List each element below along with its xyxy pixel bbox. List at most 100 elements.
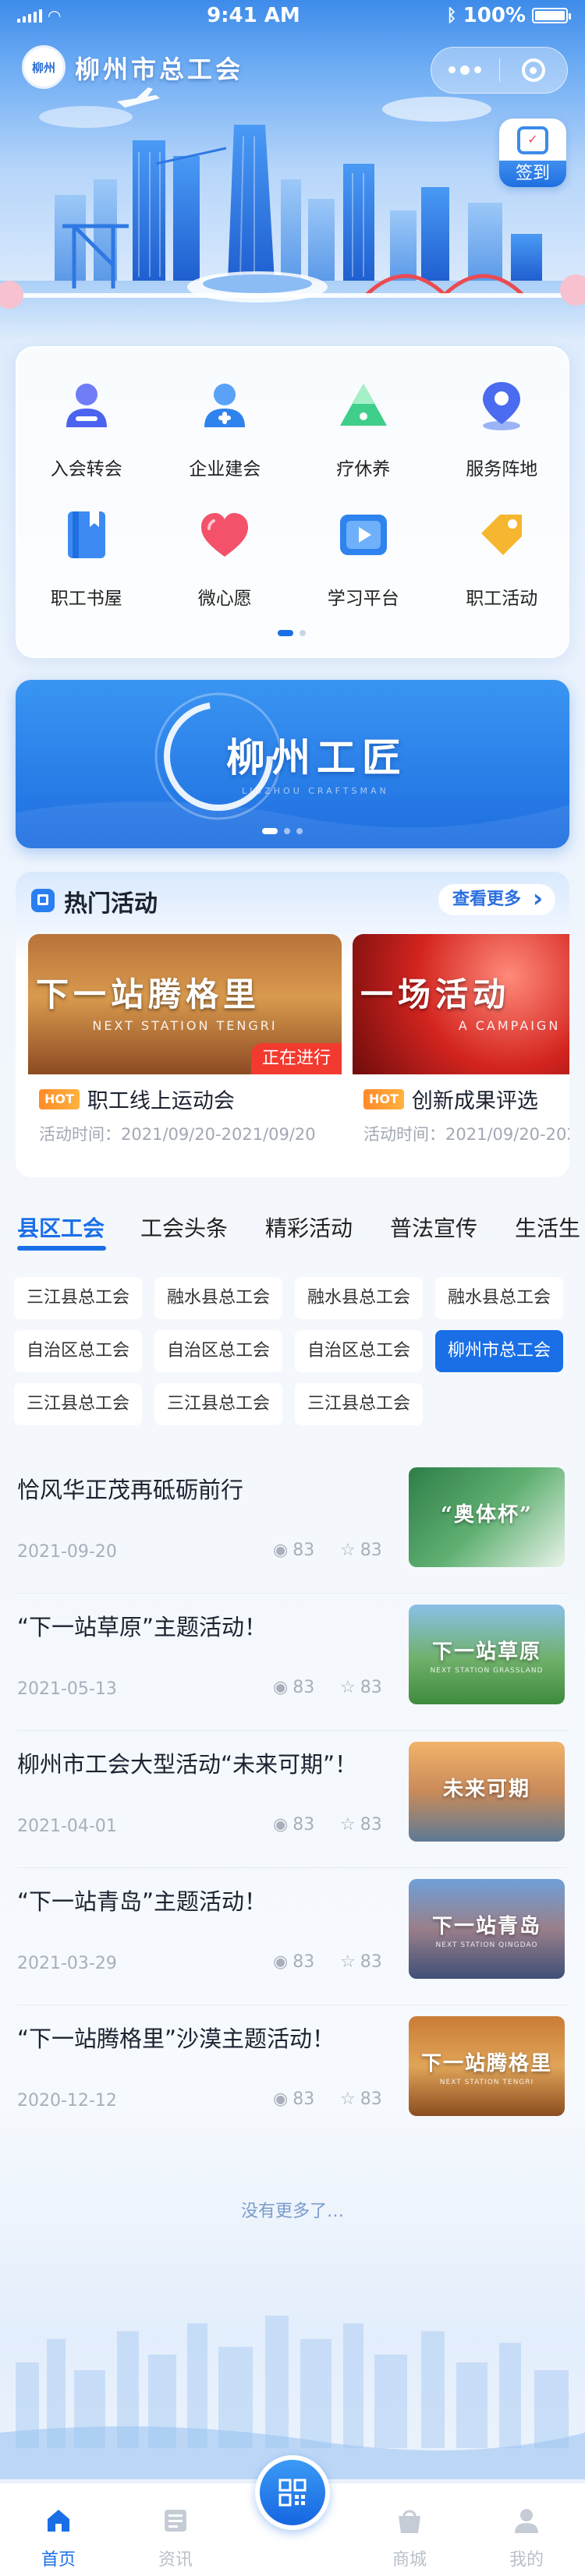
- view-count: ◉ 83: [273, 1541, 314, 1560]
- tabbar-label: 商城: [392, 2550, 427, 2570]
- view-count-value: 83: [292, 1541, 315, 1560]
- activity-card[interactable]: 下一站腾格里 NEXT STATION TENGRI 正在进行 HOT 职工线上…: [28, 934, 342, 1155]
- view-count: ◉ 83: [273, 1678, 314, 1697]
- top-bar: 柳州 柳州市总工会: [0, 41, 585, 94]
- like-count: ☆ 83: [340, 1815, 382, 1835]
- page-dot: [300, 630, 306, 636]
- eye-icon: ◉: [273, 1541, 289, 1560]
- menu-item-join-union[interactable]: 入会转会: [17, 377, 156, 480]
- battery-icon: [531, 8, 571, 23]
- union-chip[interactable]: 三江县总工会: [14, 1277, 142, 1319]
- news-date: 2020-12-12: [17, 2091, 117, 2111]
- news-item[interactable]: 柳州市工会大型活动“未来可期”！ 2021-04-01 ◉ 83 ☆ 83 未来可期: [17, 1731, 568, 1868]
- news-item[interactable]: “下一站草原”主题活动！ 2021-05-13 ◉ 83 ☆ 83 下一站草原 NE…: [17, 1594, 568, 1731]
- tabbar-mall[interactable]: 商城: [363, 2505, 456, 2571]
- quick-menu-card: 入会转会 企业建会 疗休养 服务阵地 职工书屋 微心愿 学习平台 职工活动: [16, 346, 569, 658]
- activity-carousel: 下一站腾格里 NEXT STATION TENGRI 正在进行 HOT 职工线上…: [28, 934, 569, 1155]
- hot-activities-header: 热门活动 查看更多: [16, 872, 569, 928]
- tabbar-news[interactable]: 资讯: [129, 2505, 222, 2571]
- union-chip[interactable]: 三江县总工会: [295, 1383, 423, 1425]
- page-dot-active: [278, 630, 293, 636]
- tab-events[interactable]: 精彩活动: [265, 1212, 353, 1243]
- no-more-text: 没有更多了…: [240, 2202, 344, 2221]
- banner-title: 柳州工匠: [226, 734, 407, 780]
- active-tab-indicator: [17, 1246, 106, 1251]
- star-icon: ☆: [340, 1678, 356, 1697]
- activity-image-title: 一场活动: [360, 975, 511, 1014]
- union-chip[interactable]: 自治区总工会: [295, 1330, 423, 1372]
- tab-union-headlines[interactable]: 工会头条: [140, 1212, 228, 1243]
- union-chip[interactable]: 融水县总工会: [154, 1277, 282, 1319]
- menu-page-indicator: [278, 630, 306, 636]
- star-icon: ☆: [340, 1541, 356, 1560]
- like-count: ☆ 83: [340, 2089, 382, 2109]
- union-chip[interactable]: 融水县总工会: [295, 1277, 423, 1319]
- news-title: “下一站青岛”主题活动！: [17, 1888, 268, 1915]
- tabbar-profile[interactable]: 我的: [480, 2505, 573, 2571]
- status-time: 9:41 AM: [207, 4, 300, 27]
- see-more-button[interactable]: 查看更多: [438, 883, 555, 915]
- thumbnail-subtitle: NEXT STATION TENGRI: [439, 2079, 534, 2086]
- news-thumbnail: 未来可期: [409, 1742, 565, 1842]
- calendar-check-icon: [517, 126, 548, 154]
- menu-item-found-union[interactable]: 企业建会: [156, 377, 295, 480]
- hot-tag: HOT: [39, 1088, 80, 1109]
- news-item[interactable]: 恰风华正茂再砥砺前行 2021-09-20 ◉ 83 ☆ 83 “奥体杯”: [17, 1456, 568, 1594]
- status-right: ᛒ 100%: [446, 4, 571, 27]
- union-filter-chips: 三江县总工会 融水县总工会 融水县总工会 融水县总工会 自治区总工会 自治区总工…: [14, 1277, 576, 1425]
- more-options-button[interactable]: [431, 65, 499, 75]
- activity-card[interactable]: 一场活动 A CAMPAIGN HOT 创新成果评选 活动时间：2021/09/…: [353, 934, 569, 1155]
- star-icon: ☆: [340, 2089, 356, 2109]
- union-chip[interactable]: 自治区总工会: [154, 1330, 282, 1372]
- location-pin-icon: [483, 382, 521, 430]
- menu-item-micro-wish[interactable]: 微心愿: [156, 507, 295, 610]
- star-icon: ☆: [340, 1952, 356, 1972]
- news-item[interactable]: “下一站青岛”主题活动！ 2021-03-29 ◉ 83 ☆ 83 下一站青岛 NE…: [17, 1868, 568, 2005]
- menu-item-worker-activity[interactable]: 职工活动: [433, 507, 572, 610]
- activity-icon: [31, 889, 55, 912]
- signal-icon: [17, 9, 42, 23]
- menu-item-learning-platform[interactable]: 学习平台: [294, 507, 433, 610]
- news-date: 2021-05-13: [17, 1679, 117, 1699]
- union-chip[interactable]: 自治区总工会: [14, 1330, 142, 1372]
- mini-program-capsule: [431, 47, 568, 94]
- mountain-icon: [339, 384, 387, 426]
- tab-legal-publicity[interactable]: 普法宣传: [390, 1212, 477, 1243]
- menu-item-workers-library[interactable]: 职工书屋: [17, 507, 156, 610]
- tag-icon: [481, 515, 523, 555]
- tab-county-union[interactable]: 县区工会: [17, 1212, 105, 1243]
- union-chip[interactable]: 融水县总工会: [435, 1277, 563, 1319]
- battery-fill: [534, 11, 565, 20]
- page: ◠ 9:41 AM ᛒ 100% 柳州 柳州市总工会 签到: [0, 0, 585, 2576]
- news-date: 2021-03-29: [17, 1954, 117, 1973]
- signin-button[interactable]: 签到: [499, 119, 566, 187]
- activity-image: 下一站腾格里 NEXT STATION TENGRI 正在进行: [28, 934, 342, 1074]
- craftsman-banner[interactable]: 柳州工匠 LIUZHOU CRAFTSMAN: [16, 680, 569, 848]
- close-button[interactable]: [500, 58, 568, 82]
- news-item[interactable]: “下一站腾格里”沙漠主题活动！ 2020-12-12 ◉ 83 ☆ 83 下一站腾格…: [17, 2005, 568, 2143]
- like-count: ☆ 83: [340, 1952, 382, 1972]
- tab-life[interactable]: 生活生: [515, 1212, 580, 1243]
- activity-image-subtitle: A CAMPAIGN: [458, 1018, 561, 1033]
- eye-icon: ◉: [273, 1678, 289, 1697]
- menu-label: 疗休养: [336, 459, 391, 479]
- union-chip[interactable]: 三江县总工会: [154, 1383, 282, 1425]
- menu-item-recuperation[interactable]: 疗休养: [294, 377, 433, 480]
- play-video-icon: [339, 515, 387, 555]
- scan-qr-button[interactable]: [255, 2455, 330, 2530]
- eye-icon: ◉: [273, 1952, 289, 1972]
- section-title: 热门活动: [64, 890, 158, 918]
- union-chip[interactable]: 三江县总工会: [14, 1383, 142, 1425]
- app-title: 柳州市总工会: [75, 55, 244, 84]
- eye-icon: ◉: [273, 1815, 289, 1835]
- union-chip-selected[interactable]: 柳州市总工会: [435, 1330, 563, 1372]
- page-dot: [284, 828, 290, 834]
- menu-item-service-station[interactable]: 服务阵地: [433, 377, 572, 480]
- tabbar-home[interactable]: 首页: [12, 2505, 105, 2571]
- battery-percent: 100%: [463, 4, 526, 27]
- view-count: ◉ 83: [273, 2089, 314, 2109]
- menu-label: 微心愿: [197, 589, 252, 609]
- like-count-value: 83: [360, 2089, 382, 2109]
- view-count-value: 83: [292, 1678, 315, 1697]
- like-count-value: 83: [360, 1815, 382, 1835]
